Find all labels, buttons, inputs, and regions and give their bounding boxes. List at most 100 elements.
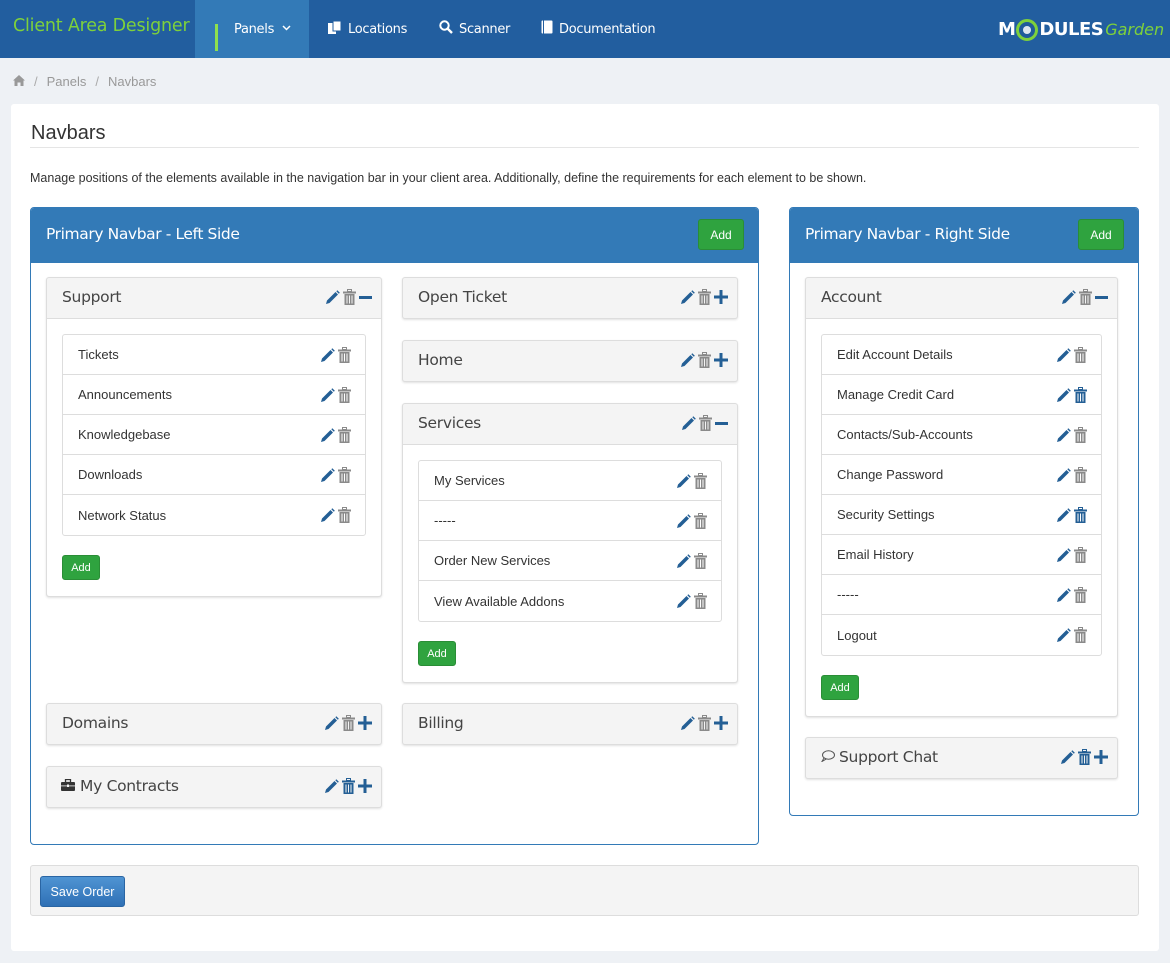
panel-my-contracts[interactable]: My Contracts <box>46 766 382 808</box>
trash-icon[interactable] <box>694 513 707 529</box>
panel-open-ticket[interactable]: Open Ticket <box>402 277 738 319</box>
edit-icon[interactable] <box>324 778 339 794</box>
edit-icon[interactable] <box>1056 427 1071 443</box>
edit-icon[interactable] <box>680 352 695 368</box>
trash-icon[interactable] <box>1074 387 1087 403</box>
edit-icon[interactable] <box>320 507 335 523</box>
expand-icon[interactable] <box>358 716 372 730</box>
edit-icon[interactable] <box>320 467 335 483</box>
edit-icon[interactable] <box>1061 289 1076 305</box>
nav-panels[interactable]: Panels <box>195 0 309 58</box>
list-item[interactable]: View Available Addons <box>419 581 721 621</box>
expand-icon[interactable] <box>714 716 728 730</box>
trash-icon[interactable] <box>698 352 711 368</box>
panel-header[interactable]: Services <box>403 404 737 444</box>
panel-home[interactable]: Home <box>402 340 738 382</box>
breadcrumb-panels[interactable]: Panels <box>47 74 87 89</box>
list-item[interactable]: Tickets <box>63 335 365 375</box>
list-item[interactable]: Email History <box>822 535 1101 575</box>
edit-icon[interactable] <box>1056 467 1071 483</box>
edit-icon[interactable] <box>1056 587 1071 603</box>
trash-icon[interactable] <box>338 387 351 403</box>
panel-header[interactable]: Billing <box>403 704 737 744</box>
edit-icon[interactable] <box>325 289 340 305</box>
panel-domains[interactable]: Domains <box>46 703 382 745</box>
edit-icon[interactable] <box>676 513 691 529</box>
add-services-item-button[interactable]: Add <box>418 641 456 666</box>
trash-icon[interactable] <box>1078 749 1091 765</box>
list-item[interactable]: Knowledgebase <box>63 415 365 455</box>
save-order-button[interactable]: Save Order <box>40 876 125 907</box>
edit-icon[interactable] <box>1056 627 1071 643</box>
panel-account[interactable]: Account Edit Account Details Manage Cred… <box>805 277 1118 717</box>
list-item[interactable]: Security Settings <box>822 495 1101 535</box>
collapse-icon[interactable] <box>715 417 728 430</box>
trash-icon[interactable] <box>1074 547 1087 563</box>
edit-icon[interactable] <box>681 415 696 431</box>
home-icon[interactable] <box>13 74 25 89</box>
trash-icon[interactable] <box>342 778 355 794</box>
panel-header[interactable]: Domains <box>47 704 381 744</box>
list-item[interactable]: Order New Services <box>419 541 721 581</box>
collapse-icon[interactable] <box>359 291 372 304</box>
edit-icon[interactable] <box>1060 749 1075 765</box>
trash-icon[interactable] <box>1074 427 1087 443</box>
list-item[interactable]: Announcements <box>63 375 365 415</box>
trash-icon[interactable] <box>694 553 707 569</box>
list-item[interactable]: Logout <box>822 615 1101 655</box>
edit-icon[interactable] <box>320 347 335 363</box>
edit-icon[interactable] <box>676 553 691 569</box>
list-item[interactable]: Edit Account Details <box>822 335 1101 375</box>
expand-icon[interactable] <box>1094 750 1108 764</box>
panel-header[interactable]: Open Ticket <box>403 278 737 318</box>
trash-icon[interactable] <box>698 289 711 305</box>
trash-icon[interactable] <box>1074 627 1087 643</box>
add-right-navbar-item-button[interactable]: Add <box>1078 219 1124 250</box>
trash-icon[interactable] <box>338 427 351 443</box>
edit-icon[interactable] <box>680 289 695 305</box>
panel-billing[interactable]: Billing <box>402 703 738 745</box>
list-item[interactable]: ----- <box>419 501 721 541</box>
expand-icon[interactable] <box>714 353 728 367</box>
expand-icon[interactable] <box>358 779 372 793</box>
trash-icon[interactable] <box>694 473 707 489</box>
trash-icon[interactable] <box>699 415 712 431</box>
trash-icon[interactable] <box>1074 587 1087 603</box>
list-item[interactable]: Manage Credit Card <box>822 375 1101 415</box>
nav-locations[interactable]: Locations <box>328 0 407 58</box>
collapse-icon[interactable] <box>1095 291 1108 304</box>
panel-header[interactable]: Support Chat <box>806 738 1117 778</box>
panel-header[interactable]: Support <box>47 278 381 318</box>
list-item[interactable]: Contacts/Sub-Accounts <box>822 415 1101 455</box>
panel-services[interactable]: Services My Services ----- Order New Ser… <box>402 403 738 683</box>
edit-icon[interactable] <box>320 387 335 403</box>
nav-scanner[interactable]: Scanner <box>439 0 510 58</box>
expand-icon[interactable] <box>714 290 728 304</box>
trash-icon[interactable] <box>338 507 351 523</box>
list-item[interactable]: Downloads <box>63 455 365 495</box>
list-item[interactable]: ----- <box>822 575 1101 615</box>
trash-icon[interactable] <box>338 467 351 483</box>
trash-icon[interactable] <box>343 289 356 305</box>
list-item[interactable]: My Services <box>419 461 721 501</box>
edit-icon[interactable] <box>324 715 339 731</box>
trash-icon[interactable] <box>338 347 351 363</box>
edit-icon[interactable] <box>1056 507 1071 523</box>
trash-icon[interactable] <box>1074 467 1087 483</box>
trash-icon[interactable] <box>694 593 707 609</box>
list-item[interactable]: Network Status <box>63 495 365 535</box>
panel-header[interactable]: My Contracts <box>47 767 381 807</box>
edit-icon[interactable] <box>676 593 691 609</box>
edit-icon[interactable] <box>1056 347 1071 363</box>
add-account-item-button[interactable]: Add <box>821 675 859 700</box>
edit-icon[interactable] <box>1056 387 1071 403</box>
edit-icon[interactable] <box>680 715 695 731</box>
trash-icon[interactable] <box>1074 347 1087 363</box>
panel-support-chat[interactable]: Support Chat <box>805 737 1118 779</box>
panel-header[interactable]: Account <box>806 278 1117 318</box>
trash-icon[interactable] <box>698 715 711 731</box>
edit-icon[interactable] <box>320 427 335 443</box>
edit-icon[interactable] <box>676 473 691 489</box>
trash-icon[interactable] <box>342 715 355 731</box>
panel-header[interactable]: Home <box>403 341 737 381</box>
